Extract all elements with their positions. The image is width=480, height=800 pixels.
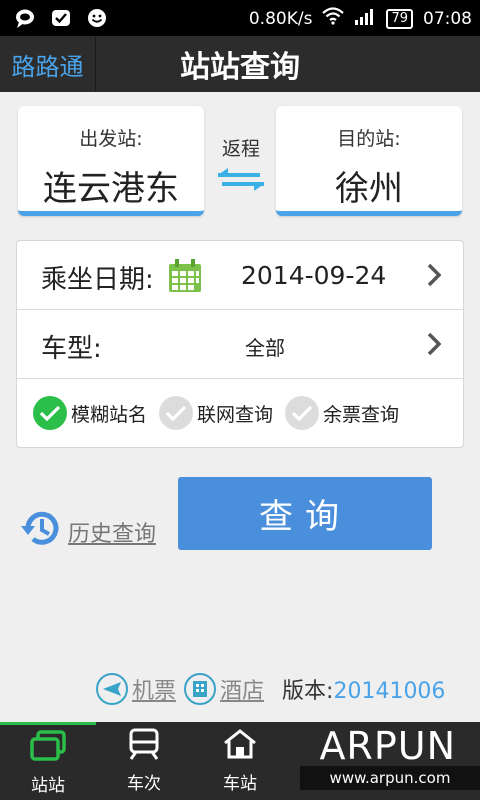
hotels-label: 酒店	[220, 679, 265, 704]
chat-icon	[14, 7, 36, 29]
clock: 07:08	[423, 8, 472, 29]
airplane-icon	[96, 673, 128, 705]
header: 路路通 站站查询	[0, 36, 480, 92]
watermark-url: www.arpun.com	[300, 766, 480, 790]
version-value: 20141006	[333, 679, 446, 704]
page-title: 站站查询	[180, 50, 300, 85]
ticket-availability-checkbox[interactable]: 余票查询	[285, 396, 399, 430]
date-value: 2014-09-24	[241, 261, 387, 290]
nav-item-station-to-station[interactable]: 站站	[0, 722, 96, 800]
wifi-icon	[322, 7, 345, 30]
app-name-button[interactable]: 路路通	[0, 36, 96, 92]
options-row: 模糊站名 联网查询 余票查询	[17, 379, 463, 447]
shield-check-icon	[50, 7, 72, 29]
calendar-icon	[167, 259, 203, 297]
swap-arrows-icon	[216, 168, 266, 195]
chevron-right-icon	[427, 263, 442, 291]
watermark-brand: ARPUN	[319, 724, 456, 768]
signal-icon	[354, 7, 376, 30]
nav-item-station[interactable]: 车站	[192, 722, 288, 800]
date-row[interactable]: 乘坐日期: 2014-09-24	[17, 241, 463, 310]
history-label: 历史查询	[68, 522, 157, 547]
version-label: 版本:	[282, 679, 334, 704]
check-icon	[159, 396, 194, 430]
history-link[interactable]: 历史查询	[20, 508, 156, 556]
nav-label: 车站	[223, 774, 257, 794]
train-type-label: 车型:	[41, 334, 102, 364]
from-station-label: 出发站:	[79, 128, 143, 150]
hotels-link[interactable]: 酒店	[184, 673, 264, 705]
query-form: 乘坐日期: 2014-09-24 车型: 全部 模糊站名 联网查询 余票查询	[16, 240, 464, 448]
swap-button[interactable]: 返程	[210, 134, 272, 195]
from-station-value: 连云港东	[43, 169, 179, 209]
train-icon	[127, 728, 161, 765]
train-type-row[interactable]: 车型: 全部	[17, 310, 463, 379]
nav-label: 车次	[127, 774, 161, 794]
status-bar: 0.80K/s 79 07:08	[0, 0, 480, 36]
to-station-value: 徐州	[335, 169, 403, 209]
network-speed: 0.80K/s	[248, 8, 313, 29]
history-clock-icon	[20, 508, 62, 556]
ticket-availability-label: 余票查询	[323, 403, 400, 426]
swap-label: 返程	[221, 138, 260, 160]
watermark: ARPUN www.arpun.com	[300, 720, 480, 800]
to-station-label: 目的站:	[337, 128, 401, 150]
search-button[interactable]: 查询	[178, 477, 432, 550]
flights-link[interactable]: 机票	[96, 673, 176, 705]
house-icon	[222, 728, 258, 765]
check-icon	[33, 396, 67, 430]
fuzzy-name-checkbox[interactable]: 模糊站名	[33, 396, 147, 430]
from-station-card[interactable]: 出发站: 连云港东	[18, 106, 204, 216]
online-query-checkbox[interactable]: 联网查询	[159, 396, 273, 430]
footer-links: 机票 酒店 版本:20141006	[96, 672, 466, 706]
to-station-card[interactable]: 目的站: 徐州	[276, 106, 462, 216]
chevron-right-icon	[427, 332, 442, 360]
hotel-icon	[184, 673, 217, 705]
flights-label: 机票	[132, 679, 177, 704]
online-query-label: 联网查询	[197, 403, 274, 426]
train-type-value: 全部	[245, 336, 285, 360]
version-info: 版本:20141006	[282, 673, 445, 705]
nav-label: 站站	[31, 775, 65, 796]
smile-icon	[86, 7, 108, 29]
stack-icon	[29, 729, 67, 767]
nav-item-train-number[interactable]: 车次	[96, 722, 192, 800]
date-label: 乘坐日期:	[41, 265, 154, 295]
check-icon	[285, 396, 320, 430]
fuzzy-name-label: 模糊站名	[71, 403, 148, 426]
battery-icon: 79	[386, 8, 413, 29]
